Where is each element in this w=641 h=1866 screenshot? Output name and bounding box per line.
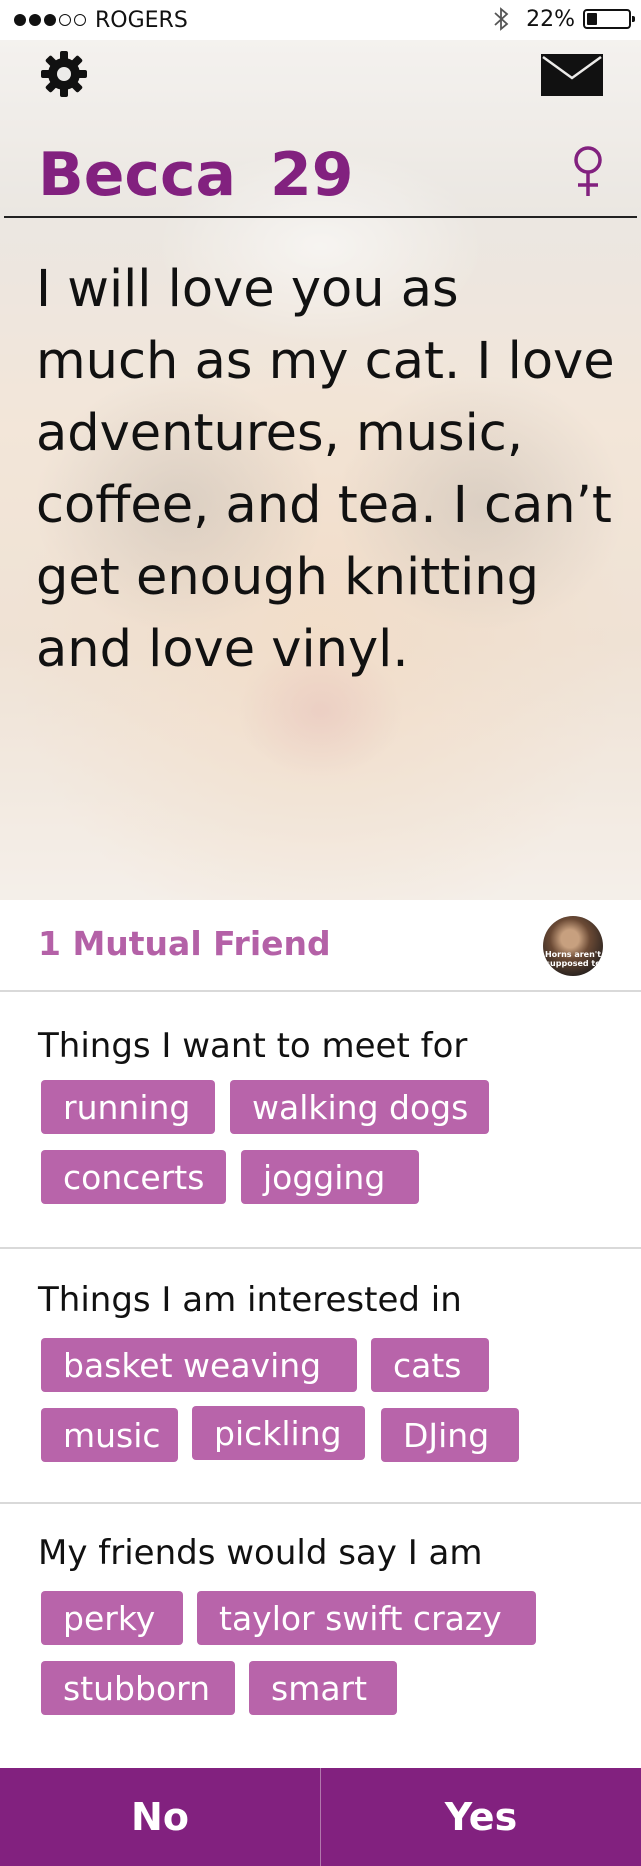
section-meet-for: Things I want to meet for running walkin… — [0, 1026, 641, 1246]
mutual-friends-label: 1 Mutual Friend — [38, 924, 331, 963]
tag-cats: cats — [371, 1338, 489, 1392]
no-button[interactable]: No — [0, 1768, 320, 1866]
action-bar: No Yes — [0, 1768, 641, 1866]
profile-name: Becca — [38, 140, 237, 210]
tag-concerts: concerts — [41, 1150, 226, 1204]
section-interests: Things I am interested in basket weaving… — [0, 1280, 641, 1500]
battery-icon — [583, 9, 635, 29]
signal-strength-icon — [14, 14, 89, 26]
mutual-friend-avatar[interactable]: Horns aren't supposed to — [543, 916, 603, 976]
female-icon — [574, 146, 602, 196]
tag-djing: DJing — [381, 1408, 519, 1462]
tag-taylor-swift-crazy: taylor swift crazy — [197, 1591, 536, 1645]
envelope-icon[interactable] — [541, 54, 603, 96]
battery-percent: 22% — [526, 6, 575, 32]
profile-age: 29 — [270, 140, 354, 210]
tag-stubborn: stubborn — [41, 1661, 235, 1715]
status-bar: ROGERS 22% — [0, 0, 641, 40]
avatar-caption: Horns aren't supposed to — [544, 950, 602, 968]
yes-button[interactable]: Yes — [321, 1768, 641, 1866]
carrier-name: ROGERS — [95, 7, 188, 33]
tag-basket-weaving: basket weaving — [41, 1338, 357, 1392]
tag-perky: perky — [41, 1591, 183, 1645]
section-divider — [0, 1247, 641, 1249]
profile-title: Becca 29 — [38, 140, 354, 210]
mutual-friends-row[interactable]: 1 Mutual Friend Horns aren't supposed to — [0, 900, 641, 990]
section-friends-say: My friends would say I am perky taylor s… — [0, 1533, 641, 1753]
tag-walking-dogs: walking dogs — [230, 1080, 489, 1134]
section-divider — [0, 990, 641, 992]
tag-pickling: pickling — [192, 1406, 365, 1460]
section-title: Things I am interested in — [38, 1280, 462, 1320]
profile-bio: I will love you as much as my cat. I lov… — [36, 260, 615, 679]
profile-photo-background: Becca 29 I will love you as much as my c… — [0, 40, 641, 900]
tag-smart: smart — [249, 1661, 397, 1715]
tag-jogging: jogging — [241, 1150, 419, 1204]
section-title: My friends would say I am — [38, 1533, 483, 1573]
tag-running: running — [41, 1080, 215, 1134]
header-divider — [4, 216, 637, 218]
tag-music: music — [41, 1408, 178, 1462]
gear-icon[interactable] — [40, 50, 88, 98]
section-divider — [0, 1502, 641, 1504]
section-title: Things I want to meet for — [38, 1026, 468, 1066]
bluetooth-icon — [494, 7, 509, 31]
